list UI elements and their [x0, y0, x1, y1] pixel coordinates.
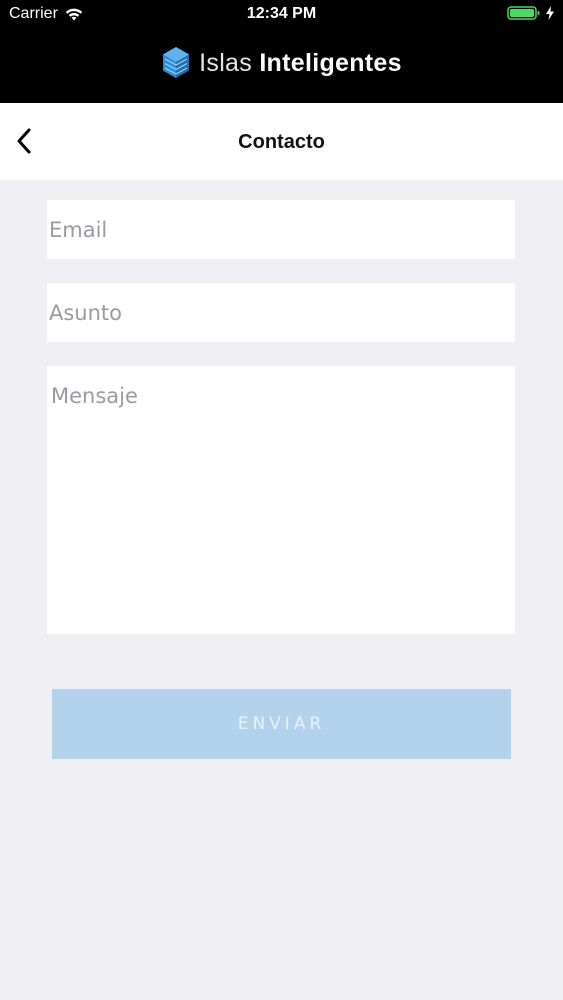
app-header: Carrier 12:34 PM Islas Inteligentes: [0, 0, 563, 103]
status-bar: Carrier 12:34 PM: [0, 0, 563, 30]
status-time: 12:34 PM: [246, 5, 317, 22]
contact-screen: Carrier 12:34 PM Islas Inteligentes Cont…: [0, 0, 563, 1000]
brand-name: Islas Inteligentes: [199, 49, 402, 78]
email-field[interactable]: [47, 200, 515, 259]
navigation-bar: Contacto: [0, 103, 563, 180]
page-title: Contacto: [238, 131, 325, 153]
battery-icon: [507, 6, 540, 20]
subject-field[interactable]: [47, 283, 515, 342]
brand-logo: Islas Inteligentes: [0, 44, 563, 82]
message-field[interactable]: [47, 366, 515, 634]
cube-logo-icon: [163, 47, 190, 78]
send-button[interactable]: ENVIAR: [52, 689, 511, 759]
brand-name-bold: Inteligentes: [259, 48, 402, 77]
status-indicators: [507, 5, 555, 21]
brand-name-light: Islas: [199, 48, 253, 77]
charging-bolt-icon: [546, 6, 554, 20]
